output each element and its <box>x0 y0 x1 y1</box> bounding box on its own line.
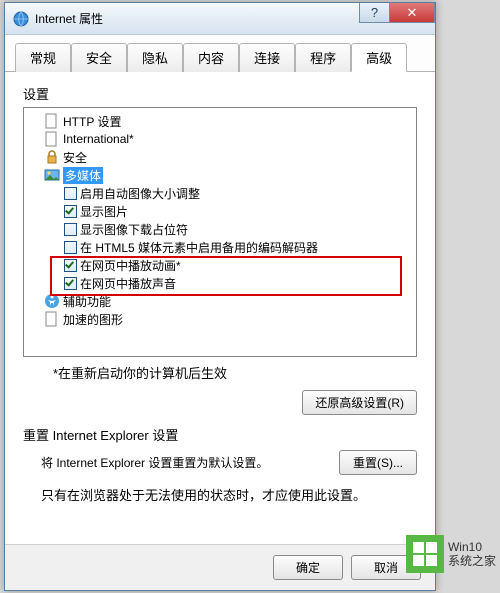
settings-tree[interactable]: HTTP 设置 International* 安全 多媒体 启用自动图像大小调整… <box>23 107 417 357</box>
checkbox-html5-codec[interactable] <box>64 241 77 254</box>
tab-connections[interactable]: 连接 <box>239 43 295 72</box>
tree-label: 安全 <box>63 149 87 166</box>
tree-node-international[interactable]: International* <box>26 130 414 148</box>
tree-item-show-placeholder[interactable]: 显示图像下载占位符 <box>26 220 414 238</box>
tree-item-label: 在 HTML5 媒体元素中启用备用的编码解码器 <box>80 239 318 256</box>
watermark-line2: 系统之家 <box>448 554 496 568</box>
dialog-footer: 确定 取消 <box>5 544 435 590</box>
checkbox-auto-resize[interactable] <box>64 187 77 200</box>
internet-icon <box>13 11 29 27</box>
tree-node-http[interactable]: HTTP 设置 <box>26 112 414 130</box>
window-buttons: ? ✕ <box>359 3 435 23</box>
tree-node-accel-graphics[interactable]: 加速的图形 <box>26 310 414 328</box>
tree-label-selected: 多媒体 <box>63 167 103 184</box>
win10-logo-icon <box>406 535 444 573</box>
highlight-annotation <box>50 256 402 296</box>
tab-content[interactable]: 内容 <box>183 43 239 72</box>
tab-content-advanced: 设置 HTTP 设置 International* 安全 多媒体 启用自动图像大… <box>5 72 435 516</box>
restart-note: *在重新启动你的计算机后生效 <box>53 363 417 382</box>
tab-security[interactable]: 安全 <box>71 43 127 72</box>
tree-item-label: 显示图像下载占位符 <box>80 221 188 238</box>
tree-label: HTTP 设置 <box>63 113 121 130</box>
picture-icon <box>44 167 60 183</box>
reset-button[interactable]: 重置(S)... <box>339 450 417 475</box>
tree-item-show-images[interactable]: 显示图片 <box>26 202 414 220</box>
watermark-text: Win10 系统之家 <box>448 540 496 568</box>
restore-advanced-button[interactable]: 还原高级设置(R) <box>302 390 417 415</box>
tree-item-html5-codec[interactable]: 在 HTML5 媒体元素中启用备用的编码解码器 <box>26 238 414 256</box>
settings-label: 设置 <box>23 84 417 103</box>
tree-label: 加速的图形 <box>63 311 123 328</box>
tree-node-multimedia[interactable]: 多媒体 <box>26 166 414 184</box>
reset-description: 将 Internet Explorer 设置重置为默认设置。 <box>41 454 268 471</box>
checkbox-show-images[interactable] <box>64 205 77 218</box>
page-icon <box>44 113 60 129</box>
tree-item-label: 启用自动图像大小调整 <box>80 185 200 202</box>
close-button[interactable]: ✕ <box>389 3 435 23</box>
checkbox-show-placeholder[interactable] <box>64 223 77 236</box>
ok-button[interactable]: 确定 <box>273 555 343 580</box>
watermark: Win10 系统之家 <box>406 535 496 573</box>
tree-node-security[interactable]: 安全 <box>26 148 414 166</box>
tab-privacy[interactable]: 隐私 <box>127 43 183 72</box>
internet-properties-dialog: Internet 属性 ? ✕ 常规 安全 隐私 内容 连接 程序 高级 设置 … <box>4 2 436 591</box>
page-icon <box>44 311 60 327</box>
reset-hint: 只有在浏览器处于无法使用的状态时，才应使用此设置。 <box>41 485 417 504</box>
watermark-line1: Win10 <box>448 540 496 554</box>
help-button[interactable]: ? <box>359 3 389 23</box>
reset-group-label: 重置 Internet Explorer 设置 <box>23 425 417 444</box>
tree-item-auto-resize[interactable]: 启用自动图像大小调整 <box>26 184 414 202</box>
tab-programs[interactable]: 程序 <box>295 43 351 72</box>
restore-row: 还原高级设置(R) <box>23 390 417 415</box>
tab-strip: 常规 安全 隐私 内容 连接 程序 高级 <box>5 35 435 72</box>
tree-label: International* <box>63 132 134 146</box>
lock-icon <box>44 149 60 165</box>
page-icon <box>44 131 60 147</box>
titlebar[interactable]: Internet 属性 ? ✕ <box>5 3 435 35</box>
reset-row: 将 Internet Explorer 设置重置为默认设置。 重置(S)... <box>41 450 417 475</box>
tab-general[interactable]: 常规 <box>15 43 71 72</box>
tab-advanced[interactable]: 高级 <box>351 43 407 72</box>
tree-item-label: 显示图片 <box>80 203 128 220</box>
